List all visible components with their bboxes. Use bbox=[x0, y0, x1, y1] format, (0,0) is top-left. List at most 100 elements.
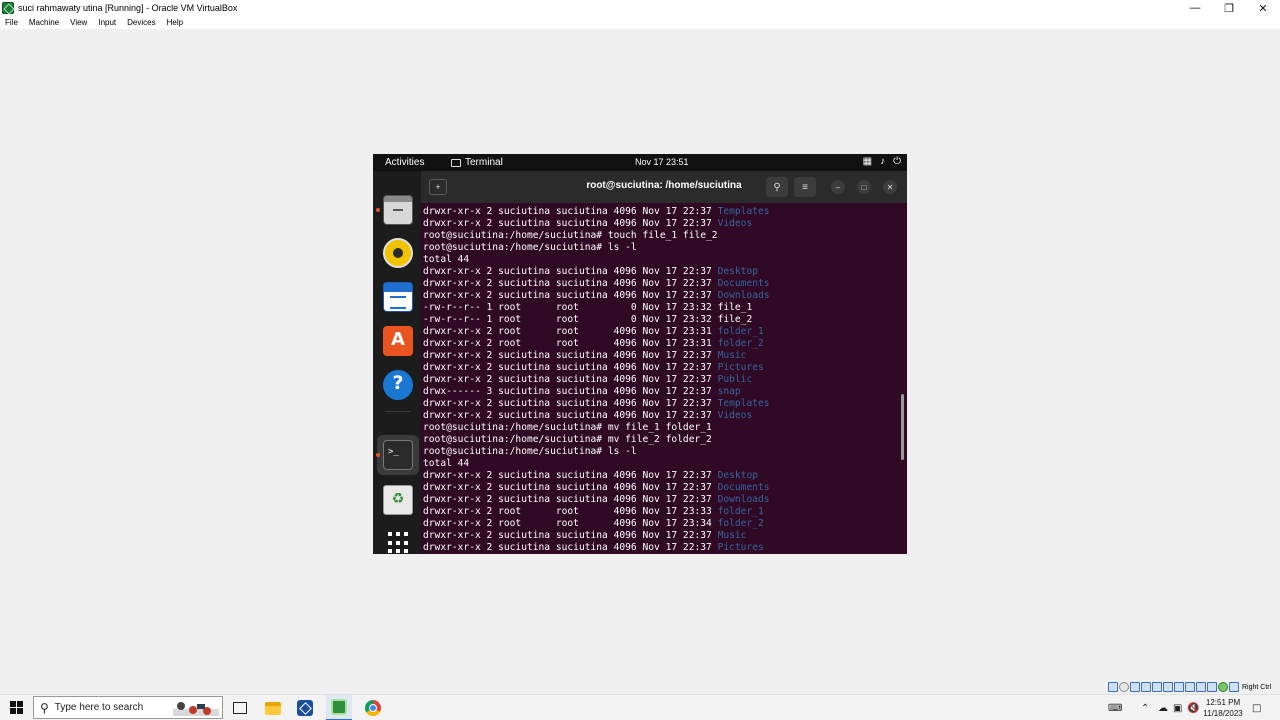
close-icon[interactable]: ✕ bbox=[883, 180, 897, 194]
chrome-icon[interactable] bbox=[365, 700, 381, 716]
terminal-line-text: root@suciutina:/home/suciutina# touch fi… bbox=[423, 230, 718, 241]
show-apps-grid-icon[interactable] bbox=[383, 528, 413, 554]
search-box[interactable]: ⚲ Type here to search bbox=[33, 696, 223, 719]
directory-name: Public bbox=[717, 374, 753, 385]
directory-name: Music bbox=[717, 350, 747, 361]
directory-name: Desktop bbox=[717, 470, 759, 481]
hamburger-menu-icon[interactable]: ≡ bbox=[794, 177, 816, 197]
system-menu[interactable]: ▦ ♪ ⏻ bbox=[863, 156, 901, 167]
mouse-integration-icon[interactable] bbox=[1207, 682, 1217, 692]
terminal-line-text: drwxr-xr-x 2 suciutina suciutina 4096 No… bbox=[423, 206, 718, 217]
terminal-line: drwxr-xr-x 2 suciutina suciutina 4096 No… bbox=[423, 218, 770, 230]
terminal-line-text: drwxr-xr-x 2 suciutina suciutina 4096 No… bbox=[423, 362, 718, 373]
terminal-app-icon[interactable]: >_ bbox=[383, 440, 413, 470]
top-bar-clock[interactable]: Nov 17 23:51 bbox=[635, 157, 689, 167]
terminal-window[interactable]: + root@suciutina: /home/suciutina ⚲ ≡ – … bbox=[421, 171, 907, 554]
vbox-titlebar: suci rahmawaty utina [Running] - Oracle … bbox=[0, 0, 1280, 16]
menu-help[interactable]: Help bbox=[167, 18, 183, 27]
directory-name: Documents bbox=[717, 482, 770, 493]
keyboard-capture-icon[interactable] bbox=[1229, 682, 1239, 692]
terminal-line: root@suciutina:/home/suciutina# ls -l bbox=[423, 242, 770, 254]
directory-name: Videos bbox=[717, 218, 753, 229]
menu-machine[interactable]: Machine bbox=[29, 18, 59, 27]
directory-name: folder_2 bbox=[717, 338, 764, 349]
cpu-icon[interactable] bbox=[1196, 682, 1206, 692]
network-adapter-icon[interactable] bbox=[1141, 682, 1151, 692]
terminal-line-text: drwxr-xr-x 2 suciutina suciutina 4096 No… bbox=[423, 398, 718, 409]
minimize-button[interactable]: — bbox=[1178, 0, 1212, 16]
minimize-icon[interactable]: – bbox=[831, 180, 845, 194]
terminal-line-text: drwxr-xr-x 2 suciutina suciutina 4096 No… bbox=[423, 494, 718, 505]
taskbar-time: 12:51 PM bbox=[1205, 698, 1241, 707]
terminal-line: root@suciutina:/home/suciutina# mv file_… bbox=[423, 422, 770, 434]
hard-disk-icon[interactable] bbox=[1108, 682, 1118, 692]
menu-devices[interactable]: Devices bbox=[127, 18, 155, 27]
terminal-line: drwxr-xr-x 2 suciutina suciutina 4096 No… bbox=[423, 278, 770, 290]
volume-icon: ♪ bbox=[880, 156, 886, 167]
terminal-line: total 44 bbox=[423, 254, 770, 266]
power-icon: ⏻ bbox=[893, 156, 901, 167]
recording-icon[interactable] bbox=[1185, 682, 1195, 692]
terminal-line: drwxr-xr-x 2 suciutina suciutina 4096 No… bbox=[423, 470, 770, 482]
show-hidden-icons-chevron-icon[interactable]: ⌃ bbox=[1141, 695, 1149, 720]
app-menu[interactable]: Terminal bbox=[451, 157, 503, 168]
files-app-icon[interactable] bbox=[383, 195, 413, 225]
terminal-line-text: root@suciutina:/home/suciutina# mv file_… bbox=[423, 434, 712, 445]
trash-icon[interactable]: ♻ bbox=[383, 485, 413, 515]
keyboard-layout-icon[interactable]: ⌨ bbox=[1108, 695, 1122, 720]
taskbar-clock[interactable]: 12:51 PM 11/18/2023 bbox=[1196, 697, 1250, 719]
notifications-icon[interactable]: □ bbox=[1252, 695, 1261, 720]
usb-icon[interactable] bbox=[1152, 682, 1162, 692]
terminal-line: drwxr-xr-x 2 root root 4096 Nov 17 23:31… bbox=[423, 338, 770, 350]
window-title: suci rahmawaty utina [Running] - Oracle … bbox=[18, 3, 238, 13]
directory-name: Downloads bbox=[717, 494, 770, 505]
terminal-line: drwxr-xr-x 2 suciutina suciutina 4096 No… bbox=[423, 374, 770, 386]
windows-start-icon[interactable] bbox=[10, 701, 23, 714]
menu-view[interactable]: View bbox=[70, 18, 87, 27]
close-button[interactable]: ✕ bbox=[1246, 0, 1280, 16]
directory-name: Music bbox=[717, 530, 747, 541]
window-controls: — ❐ ✕ bbox=[1178, 0, 1280, 16]
terminal-scrollbar[interactable] bbox=[901, 394, 904, 460]
virtualbox-vm-taskbar-icon[interactable] bbox=[326, 695, 352, 720]
onedrive-icon[interactable]: ☁ bbox=[1158, 695, 1168, 720]
search-icon[interactable]: ⚲ bbox=[766, 177, 788, 197]
directory-name: folder_1 bbox=[717, 326, 764, 337]
directory-name: Pictures bbox=[717, 362, 764, 373]
vm-state-icon[interactable] bbox=[1218, 682, 1228, 692]
gnome-top-bar: Activities Terminal Nov 17 23:51 ▦ ♪ ⏻ bbox=[373, 154, 907, 171]
help-icon[interactable]: ? bbox=[383, 370, 413, 400]
directory-name: snap bbox=[717, 386, 741, 397]
task-view-icon[interactable] bbox=[231, 699, 249, 717]
terminal-output[interactable]: drwxr-xr-x 2 suciutina suciutina 4096 No… bbox=[421, 203, 907, 554]
ubuntu-dock: A ? >_ ♻ bbox=[373, 171, 421, 554]
audio-icon[interactable] bbox=[1130, 682, 1140, 692]
restore-button[interactable]: ❐ bbox=[1212, 0, 1246, 16]
terminal-line-text: drwxr-xr-x 2 suciutina suciutina 4096 No… bbox=[423, 374, 718, 385]
menu-file[interactable]: File bbox=[5, 18, 18, 27]
software-store-icon[interactable]: A bbox=[383, 326, 413, 356]
display-icon[interactable] bbox=[1174, 682, 1184, 692]
rhythmbox-icon[interactable] bbox=[383, 238, 413, 268]
taskbar-date: 11/18/2023 bbox=[1203, 709, 1243, 718]
guest-screen[interactable]: Activities Terminal Nov 17 23:51 ▦ ♪ ⏻ A… bbox=[373, 154, 907, 554]
shared-folders-icon[interactable] bbox=[1163, 682, 1173, 692]
network-tray-icon[interactable]: ▣ bbox=[1173, 695, 1182, 720]
libreoffice-writer-icon[interactable] bbox=[383, 282, 413, 312]
terminal-line-text: drwxr-xr-x 2 suciutina suciutina 4096 No… bbox=[423, 470, 718, 481]
terminal-line-text: total 44 bbox=[423, 254, 470, 265]
maximize-icon[interactable]: □ bbox=[857, 180, 871, 194]
terminal-line: drwxr-xr-x 2 suciutina suciutina 4096 No… bbox=[423, 482, 770, 494]
terminal-line-text: drwxr-xr-x 2 suciutina suciutina 4096 No… bbox=[423, 290, 718, 301]
optical-drive-icon[interactable] bbox=[1119, 682, 1129, 692]
terminal-line-text: drwx------ 3 suciutina suciutina 4096 No… bbox=[423, 386, 718, 397]
terminal-line: drwxr-xr-x 2 root root 4096 Nov 17 23:31… bbox=[423, 326, 770, 338]
virtualbox-manager-icon[interactable] bbox=[297, 700, 313, 716]
file-explorer-icon[interactable] bbox=[265, 702, 281, 715]
terminal-line-text: drwxr-xr-x 2 suciutina suciutina 4096 No… bbox=[423, 530, 718, 541]
menu-input[interactable]: Input bbox=[98, 18, 116, 27]
terminal-line-text: total 44 bbox=[423, 458, 470, 469]
terminal-lines: drwxr-xr-x 2 suciutina suciutina 4096 No… bbox=[423, 206, 770, 554]
search-icon: ⚲ bbox=[40, 700, 49, 715]
activities-button[interactable]: Activities bbox=[385, 157, 424, 168]
